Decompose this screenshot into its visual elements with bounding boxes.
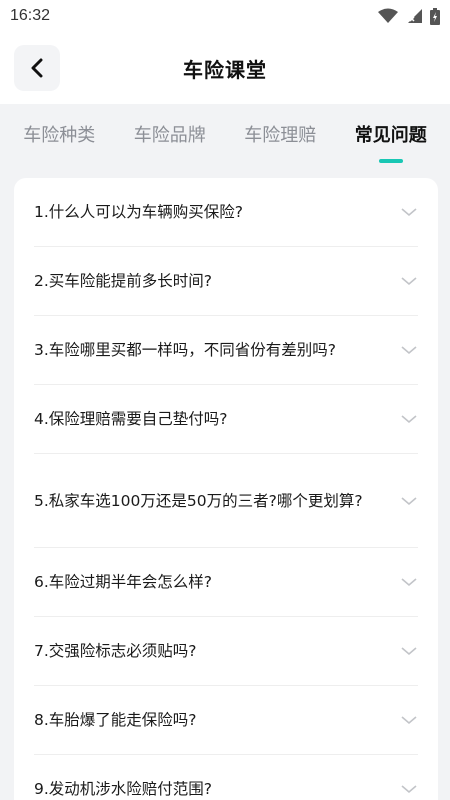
chevron-down-icon	[401, 346, 417, 355]
faq-question: 3.车险哪里买都一样吗，不同省份有差别吗?	[34, 341, 337, 359]
wifi-icon	[378, 8, 398, 23]
faq-question: 6.车险过期半年会怎么样?	[34, 573, 213, 591]
back-arrow-icon	[31, 58, 43, 78]
tab-car-insurance-brands[interactable]: 车险品牌	[120, 121, 220, 153]
tab-label: 常见问题	[354, 125, 427, 146]
faq-item[interactable]: 9.发动机涉水险赔付范围?	[34, 755, 418, 800]
faq-item[interactable]: 5.私家车选100万还是50万的三者?哪个更划算?	[34, 454, 418, 548]
chevron-down-icon	[401, 496, 417, 505]
faq-item[interactable]: 7.交强险标志必须贴吗?	[34, 617, 418, 686]
active-tab-indicator	[378, 159, 403, 163]
faq-question: 8.车胎爆了能走保险吗?	[34, 711, 197, 729]
status-icons	[378, 7, 440, 25]
faq-item[interactable]: 6.车险过期半年会怎么样?	[34, 548, 418, 617]
faq-item[interactable]: 4.保险理赔需要自己垫付吗?	[34, 385, 418, 454]
tab-car-insurance-types[interactable]: 车险种类	[9, 121, 109, 153]
faq-item[interactable]: 1.什么人可以为车辆购买保险?	[34, 178, 418, 247]
header: 车险课堂	[0, 32, 450, 104]
faq-item[interactable]: 8.车胎爆了能走保险吗?	[34, 686, 418, 755]
chevron-down-icon	[401, 208, 417, 217]
battery-icon	[430, 7, 440, 25]
back-button[interactable]	[14, 45, 60, 91]
chevron-down-icon	[401, 277, 417, 286]
faq-question: 7.交强险标志必须贴吗?	[34, 642, 197, 660]
faq-question: 9.发动机涉水险赔付范围?	[34, 780, 213, 798]
faq-question: 2.买车险能提前多长时间?	[34, 272, 213, 290]
faq-list: 1.什么人可以为车辆购买保险? 2.买车险能提前多长时间? 3.车险哪里买都一样…	[14, 178, 438, 800]
faq-item[interactable]: 2.买车险能提前多长时间?	[34, 247, 418, 316]
page-title: 车险课堂	[183, 57, 267, 82]
chevron-down-icon	[401, 785, 417, 794]
faq-question: 1.什么人可以为车辆购买保险?	[34, 203, 244, 221]
signal-icon	[408, 9, 422, 23]
tab-label: 车险种类	[23, 125, 96, 146]
chevron-down-icon	[401, 415, 417, 424]
chevron-down-icon	[401, 578, 417, 587]
faq-question: 5.私家车选100万还是50万的三者?哪个更划算?	[34, 491, 363, 510]
status-bar: 16:32	[0, 0, 450, 32]
tab-faq[interactable]: 常见问题	[341, 121, 441, 163]
tab-label: 车险理赔	[244, 125, 317, 146]
tab-car-insurance-claims[interactable]: 车险理赔	[230, 121, 330, 153]
faq-item[interactable]: 3.车险哪里买都一样吗，不同省份有差别吗?	[34, 316, 418, 385]
tab-label: 车险品牌	[133, 125, 206, 146]
status-time: 16:32	[10, 7, 51, 24]
chevron-down-icon	[401, 716, 417, 725]
tab-bar: 车险种类 车险品牌 车险理赔 常见问题	[0, 104, 450, 170]
chevron-down-icon	[401, 647, 417, 656]
faq-question: 4.保险理赔需要自己垫付吗?	[34, 410, 228, 428]
